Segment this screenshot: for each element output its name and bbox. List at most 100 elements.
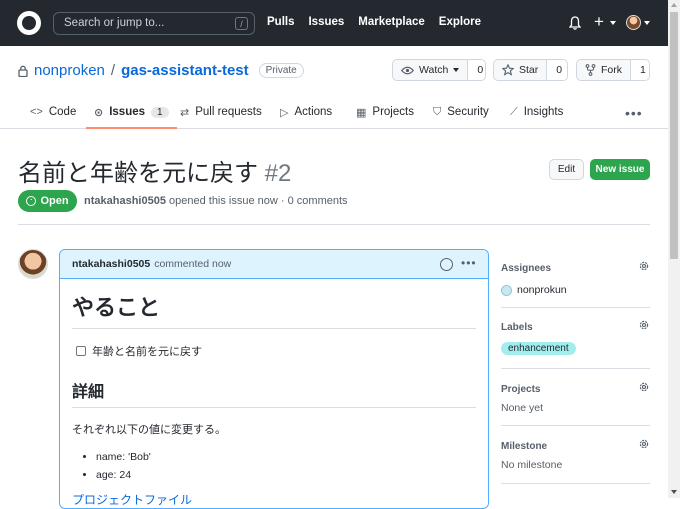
search-input[interactable]: Search or jump to... / [53, 12, 255, 35]
labels-heading: Labels [501, 322, 533, 333]
repo-owner-link[interactable]: nonproken [34, 62, 105, 79]
issue-state-badge: · Open [18, 190, 77, 212]
fork-count: 1 [630, 60, 649, 80]
nav-issues[interactable]: Issues [308, 16, 344, 28]
tab-issues[interactable]: ⊙ Issues 1 [86, 96, 177, 129]
watch-dropdown-icon [453, 68, 460, 72]
star-icon [502, 64, 514, 76]
task-list-item: 年齢と名前を元に戻す [72, 343, 476, 359]
fork-icon [585, 64, 596, 76]
issue-number: #2 [264, 160, 292, 187]
global-nav: Pulls Issues Marketplace Explore [267, 16, 481, 28]
assignee-name: nonprokun [517, 284, 567, 296]
tab-code[interactable]: <> Code [30, 96, 76, 128]
edit-button[interactable]: Edit [549, 159, 584, 180]
watch-button[interactable]: Watch 0 [392, 59, 486, 81]
list-item: age: 24 [96, 469, 476, 481]
comment-paragraph: それぞれ以下の値に変更する。 [72, 424, 226, 436]
assignees-gear-icon[interactable] [638, 260, 650, 272]
star-label: Star [519, 64, 539, 76]
tab-security[interactable]: ⛉ Security [433, 96, 489, 128]
projects-gear-icon[interactable] [638, 381, 650, 393]
comment-header: ntakahashi0505 commented now ••• [60, 250, 488, 279]
tab-label: Security [447, 106, 489, 118]
issue-author-link[interactable]: ntakahashi0505 [84, 195, 166, 207]
tab-label: Pull requests [195, 106, 262, 118]
table-icon: ▦ [356, 106, 367, 119]
create-new-plus-icon[interactable]: + [594, 13, 604, 31]
user-menu-chevron-icon[interactable] [644, 21, 650, 25]
comment-options-kebab-icon[interactable]: ••• [461, 256, 477, 270]
star-button[interactable]: Star 0 [493, 59, 568, 81]
search-placeholder: Search or jump to... [64, 17, 165, 29]
task-text: 年齢と名前を元に戻す [92, 346, 202, 358]
shield-icon: ⛉ [433, 105, 442, 118]
eye-icon [401, 66, 414, 74]
assignee-item[interactable]: nonprokun [501, 284, 650, 296]
issue-title-text: 名前と年齢を元に戻す [18, 160, 258, 187]
tab-label: Projects [372, 106, 414, 118]
play-icon: ▷ [280, 106, 289, 119]
comment-list: name: 'Bob' age: 24 [72, 451, 476, 481]
scroll-down-arrow-icon[interactable] [671, 490, 677, 494]
nav-marketplace[interactable]: Marketplace [358, 16, 424, 28]
list-item: name: 'Bob' [96, 451, 476, 463]
star-count: 0 [546, 60, 567, 80]
notifications-bell-icon[interactable] [569, 16, 581, 30]
sidebar-divider [501, 483, 650, 484]
issue-meta-text: opened this issue now · 0 comments [169, 195, 348, 207]
add-reaction-smiley-icon[interactable] [440, 258, 453, 271]
issue-title: 名前と年齢を元に戻す #2 [18, 153, 291, 188]
sidebar-divider [501, 368, 650, 369]
breadcrumb-separator: / [110, 62, 116, 79]
comment-timestamp[interactable]: commented now [154, 258, 231, 270]
comment-author-avatar[interactable] [18, 249, 48, 279]
tab-label: Code [48, 106, 77, 118]
comment-author-link[interactable]: ntakahashi0505 [72, 258, 150, 270]
nav-pulls[interactable]: Pulls [267, 16, 294, 28]
fork-button[interactable]: Fork 1 [576, 59, 650, 81]
tab-label: Issues [109, 106, 146, 118]
code-icon: <> [30, 106, 43, 118]
header-divider [18, 224, 650, 225]
tab-insights[interactable]: ⟋ Insights [510, 96, 563, 128]
task-checkbox[interactable] [76, 346, 86, 356]
projects-value: None yet [501, 402, 544, 414]
milestone-gear-icon[interactable] [638, 438, 650, 450]
new-issue-button[interactable]: New issue [590, 159, 650, 180]
issue-comment: ntakahashi0505 commented now ••• やること 年齢… [59, 249, 489, 509]
repo-tabs: <> Code ⊙ Issues 1 ⇄ Pull requests ▷ Act… [0, 96, 668, 129]
sidebar-divider [501, 307, 650, 308]
tab-projects[interactable]: ▦ Projects [356, 96, 414, 128]
github-logo-icon[interactable] [17, 11, 41, 35]
nav-explore[interactable]: Explore [439, 16, 481, 28]
tab-label: Actions [294, 106, 333, 118]
scroll-up-arrow-icon[interactable] [671, 3, 677, 7]
issue-opened-icon: ⊙ [94, 106, 104, 119]
issue-state-label: Open [40, 195, 69, 207]
fork-label: Fork [601, 64, 622, 76]
issue-opened-icon: · [26, 196, 37, 206]
scrollbar-thumb[interactable] [670, 12, 678, 259]
watch-label: Watch [419, 64, 449, 76]
comment-body: やること 年齢と名前を元に戻す 詳細 それぞれ以下の値に変更する。 name: … [60, 290, 488, 508]
visibility-badge: Private [258, 63, 304, 78]
more-tabs-kebab-icon[interactable]: ••• [625, 105, 643, 121]
labels-gear-icon[interactable] [638, 319, 650, 331]
milestone-value: No milestone [501, 459, 563, 471]
issue-meta: ntakahashi0505 opened this issue now · 0… [84, 195, 348, 207]
tab-pull-requests[interactable]: ⇄ Pull requests [180, 96, 262, 128]
user-avatar[interactable] [626, 15, 641, 30]
issues-counter: 1 [151, 106, 169, 118]
repo-name-link[interactable]: gas-assistant-test [121, 62, 249, 79]
vertical-scrollbar[interactable] [668, 0, 680, 498]
watch-count: 0 [467, 60, 485, 80]
sidebar-labels: Labels enhancement [501, 319, 650, 355]
label-enhancement[interactable]: enhancement [501, 342, 576, 355]
project-file-link[interactable]: プロジェクトファイル [72, 491, 476, 508]
tab-label: Insights [523, 106, 564, 118]
create-dropdown-chevron-icon[interactable] [610, 21, 616, 25]
search-shortcut-hint: / [235, 17, 248, 30]
tab-actions[interactable]: ▷ Actions [280, 96, 332, 128]
sidebar-assignees: Assignees nonprokun [501, 260, 650, 296]
